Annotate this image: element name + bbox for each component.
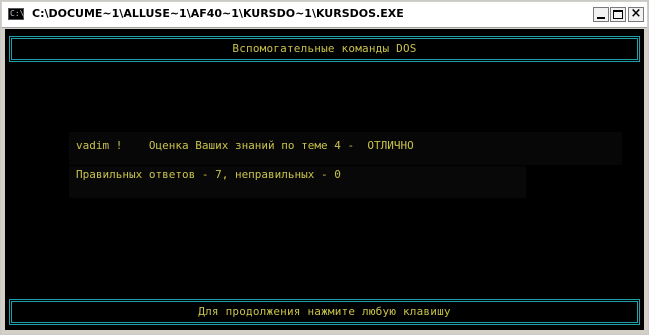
window-title: C:\DOCUME~1\ALLUSE~1\AF40~1\KURSDO~1\KUR… xyxy=(32,7,404,20)
footer-prompt: Для продолжения нажмите любую клавишу xyxy=(198,305,451,318)
console-icon[interactable]: C:\ xyxy=(8,8,24,20)
console-area[interactable]: Вспомогательные команды DOS vadim ! Оцен… xyxy=(5,29,644,330)
minimize-icon xyxy=(597,17,605,19)
maximize-icon xyxy=(613,10,623,19)
stats-line: Правильных ответов - 7, неправильных - 0 xyxy=(76,168,341,181)
close-button[interactable]: × xyxy=(628,6,644,22)
header-frame: Вспомогательные команды DOS xyxy=(9,36,640,62)
console-window: C:\ C:\DOCUME~1\ALLUSE~1\AF40~1\KURSDO~1… xyxy=(0,0,649,335)
close-icon: × xyxy=(630,6,642,21)
minimize-button[interactable] xyxy=(593,7,609,22)
header-title: Вспомогательные команды DOS xyxy=(232,42,417,55)
title-bar[interactable]: C:\ C:\DOCUME~1\ALLUSE~1\AF40~1\KURSDO~1… xyxy=(2,2,647,28)
maximize-button[interactable] xyxy=(610,7,626,22)
console-icon-glyph: C:\ xyxy=(10,9,25,18)
footer-frame: Для продолжения нажмите любую клавишу xyxy=(9,299,640,325)
result-line: vadim ! Оценка Ваших знаний по теме 4 - … xyxy=(76,139,414,152)
